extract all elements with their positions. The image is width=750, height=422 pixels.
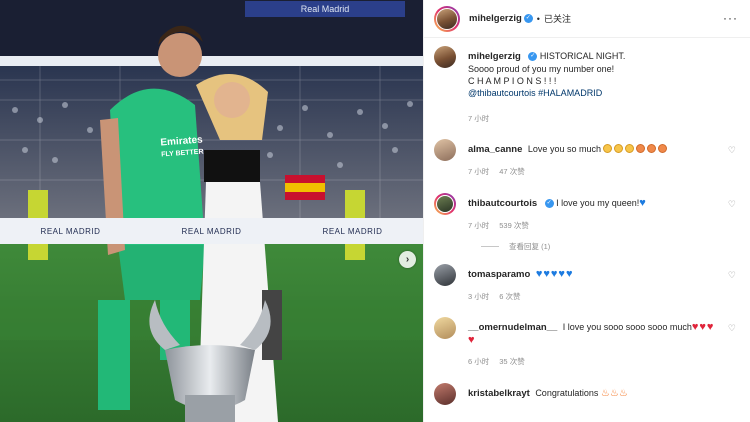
emoji-red-hearts: ♥♥♥ [691,321,714,333]
more-options-icon[interactable]: ··· [723,12,738,24]
comment-timestamp[interactable]: 3 小时 [468,291,489,302]
caption-timestamp[interactable]: 7 小时 [468,113,489,124]
heart-icon[interactable]: ♡ [728,323,736,334]
board-text: REAL MADRID [181,226,242,236]
commenter-avatar[interactable] [434,193,456,215]
verified-badge-icon: ✓ [528,52,538,62]
comment-likes[interactable]: 47 次赞 [499,166,524,177]
carousel-next-button[interactable]: › [399,251,416,268]
comment-body: I love you my queen! [556,198,640,208]
replies-divider [481,246,499,247]
author-username[interactable]: mihelgerzig [469,13,522,24]
commenter-avatar[interactable] [434,317,456,339]
view-replies-button[interactable]: 查看回复 (1) [481,241,740,252]
jersey-sponsor: Emirates FLY BETTER [151,134,213,162]
comment-username[interactable]: alma_canne [468,144,522,155]
comment-username[interactable]: kristabelkrayt [468,388,530,399]
commenter-avatar[interactable] [434,264,456,286]
post-photo[interactable]: Real Madrid Emirates FLY BETTER REAL MAD… [0,0,423,422]
comment-text: thibautcourtois ✓ I love you my queen!♥ [468,197,740,210]
comment-item: thibautcourtois ✓ I love you my queen!♥ … [434,193,740,231]
comment-username[interactable]: __omernudelman__ [468,322,557,333]
comment-text: tomasparamo ♥♥♥♥♥ [468,268,740,281]
comment-item: alma_canne Love you so much 7 小时 47 次赞 ♡ [434,139,740,177]
chevron-right-icon: › [405,254,410,265]
caption-line: C H A M P I O N S ! ! ! [468,76,557,86]
caption-text: mihelgerzig ✓ HISTORICAL NIGHT. [468,50,740,63]
post-header: mihelgerzig ✓ • 已关注 ··· [424,0,750,38]
caption-username[interactable]: mihelgerzig [468,51,521,62]
emoji-faces [603,144,669,154]
board-text: REAL MADRID [40,226,101,236]
caption-line: HISTORICAL NIGHT. [539,51,626,61]
verified-badge-icon: ✓ [544,199,554,209]
comment-item: kristabelkrayt Congratulations ♨♨♨ [434,383,740,405]
caption-line: Soooo proud of you my number one! [468,64,615,74]
emoji-blue-hearts: ♥♥♥♥♥ [535,268,573,280]
verified-badge-icon: ✓ [523,14,533,23]
comment-body: Congratulations [535,388,599,398]
board-text: REAL MADRID [322,226,383,236]
comment-text: kristabelkrayt Congratulations ♨♨♨ [468,387,740,400]
heart-icon[interactable]: ♡ [728,145,736,156]
stadium-sign: Real Madrid [300,4,350,14]
comment-item: __omernudelman__ I love you sooo sooo so… [434,317,740,367]
comment-item: tomasparamo ♥♥♥♥♥ 3 小时 6 次赞 ♡ [434,264,740,302]
commenter-avatar[interactable] [434,383,456,405]
commenter-avatar[interactable] [434,139,456,161]
comment-username[interactable]: tomasparamo [468,269,530,280]
comment-timestamp[interactable]: 6 小时 [468,356,489,367]
emoji-red-hearts: ♥ [468,334,475,346]
comment-likes[interactable]: 539 次赞 [499,220,529,231]
follow-status-button[interactable]: 已关注 [544,12,571,25]
post-side-panel: mihelgerzig ✓ • 已关注 ··· mihelgerzig ✓ HI… [423,0,750,422]
post-caption: mihelgerzig ✓ HISTORICAL NIGHT. Soooo pr… [434,46,740,124]
photo-illustration [0,0,423,422]
comment-list[interactable]: mihelgerzig ✓ HISTORICAL NIGHT. Soooo pr… [424,38,750,405]
caption-mentions-hashtags[interactable]: @thibautcourtois #HALAMADRID [468,87,740,99]
comment-timestamp[interactable]: 7 小时 [468,220,489,231]
comment-body: Love you so much [527,144,601,154]
comment-body: I love you sooo sooo sooo much [562,322,692,332]
author-avatar[interactable] [434,46,456,68]
pitch-advert-board: REAL MADRID REAL MADRID REAL MADRID [0,218,423,244]
author-avatar[interactable] [434,5,460,32]
heart-icon[interactable]: ♡ [728,199,736,210]
emoji-fire: ♨♨♨ [600,388,628,399]
comment-username[interactable]: thibautcourtois [468,198,537,209]
separator-dot: • [536,13,540,24]
comment-text: __omernudelman__ I love you sooo sooo so… [468,321,740,334]
comment-timestamp[interactable]: 7 小时 [468,166,489,177]
blue-heart-icon: ♥ [639,197,646,209]
comment-likes[interactable]: 35 次赞 [499,356,524,367]
comment-text: alma_canne Love you so much [468,143,740,156]
comment-likes[interactable]: 6 次赞 [499,291,520,302]
heart-icon[interactable]: ♡ [728,270,736,281]
view-replies-label: 查看回复 (1) [509,242,551,251]
